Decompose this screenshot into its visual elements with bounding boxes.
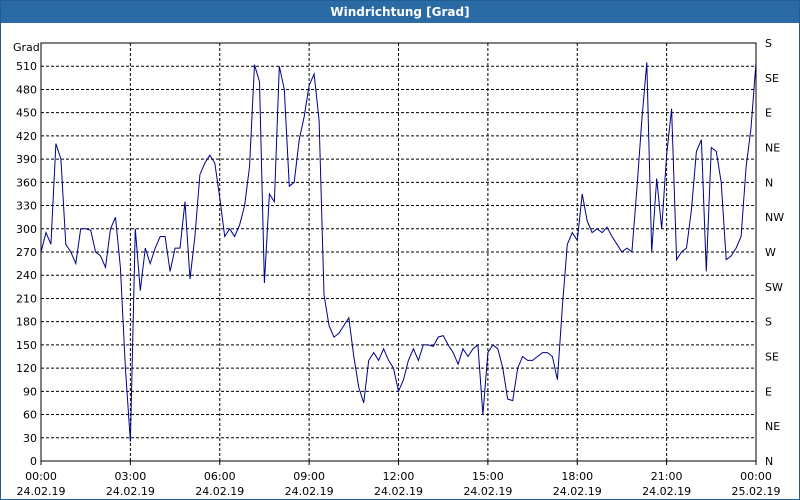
y-tick-label: 360 bbox=[16, 176, 37, 189]
x-tick-date: 24.02.19 bbox=[374, 485, 423, 498]
y-tick-label: 240 bbox=[16, 269, 37, 282]
y-tick-label: 150 bbox=[16, 339, 37, 352]
y-tick-label: 210 bbox=[16, 292, 37, 305]
y-tick-label: 450 bbox=[16, 107, 37, 120]
right-axis-label: SE bbox=[765, 351, 779, 364]
y-tick-label: 480 bbox=[16, 83, 37, 96]
y-tick-label: 330 bbox=[16, 200, 37, 213]
right-axis-label: NE bbox=[765, 420, 780, 433]
right-axis-label: S bbox=[765, 37, 772, 50]
y-tick-label: 30 bbox=[23, 432, 37, 445]
chart-window: Windrichtung [Grad] 0 30 60 90 120 150 180 210 2… bbox=[0, 0, 800, 500]
x-tick-time: 03:00 bbox=[115, 470, 147, 483]
right-axis-label: SW bbox=[765, 281, 783, 294]
right-axis-label: SE bbox=[765, 72, 779, 85]
x-tick-time: 21:00 bbox=[651, 470, 683, 483]
x-tick-time: 12:00 bbox=[383, 470, 415, 483]
x-tick-time: 15:00 bbox=[472, 470, 504, 483]
right-axis-label: E bbox=[765, 385, 772, 398]
x-tick-date: 24.02.19 bbox=[553, 485, 602, 498]
x-tick-date: 24.02.19 bbox=[285, 485, 334, 498]
x-tick-date: 24.02.19 bbox=[195, 485, 244, 498]
chart-plot: 0 30 60 90 120 150 180 210 240 270 300 330 360 390 420… bbox=[13, 37, 784, 498]
x-tick-time: 06:00 bbox=[204, 470, 236, 483]
x-tick-time: 00:00 bbox=[740, 470, 772, 483]
y-tick-label: 90 bbox=[23, 385, 37, 398]
y-tick-label: 420 bbox=[16, 130, 37, 143]
x-tick-time: 18:00 bbox=[561, 470, 593, 483]
right-axis-label: E bbox=[765, 107, 772, 120]
y-tick-label: 300 bbox=[16, 223, 37, 236]
x-tick-date: 24.02.19 bbox=[17, 485, 66, 498]
y-tick-label: 0 bbox=[30, 455, 37, 468]
right-axis-label: S bbox=[765, 316, 772, 329]
right-axis-label: N bbox=[765, 455, 773, 468]
y-tick-label: 60 bbox=[23, 409, 37, 422]
x-tick-date: 25.02.19 bbox=[732, 485, 781, 498]
x-tick-date: 24.02.19 bbox=[642, 485, 691, 498]
x-tick-date: 24.02.19 bbox=[463, 485, 512, 498]
y-tick-label: 270 bbox=[16, 246, 37, 259]
y-axis-label: Grad bbox=[13, 41, 40, 54]
y-tick-label: 390 bbox=[16, 153, 37, 166]
right-axis-label: W bbox=[765, 246, 776, 259]
right-axis-label: N bbox=[765, 176, 773, 189]
y-tick-label: 120 bbox=[16, 362, 37, 375]
y-tick-label: 180 bbox=[16, 316, 37, 329]
y-tick-label: 510 bbox=[16, 60, 37, 73]
right-axis-label: NW bbox=[765, 211, 784, 224]
x-tick-date: 24.02.19 bbox=[106, 485, 155, 498]
x-tick-time: 00:00 bbox=[25, 470, 57, 483]
right-axis-label: NE bbox=[765, 142, 780, 155]
x-tick-time: 09:00 bbox=[293, 470, 325, 483]
